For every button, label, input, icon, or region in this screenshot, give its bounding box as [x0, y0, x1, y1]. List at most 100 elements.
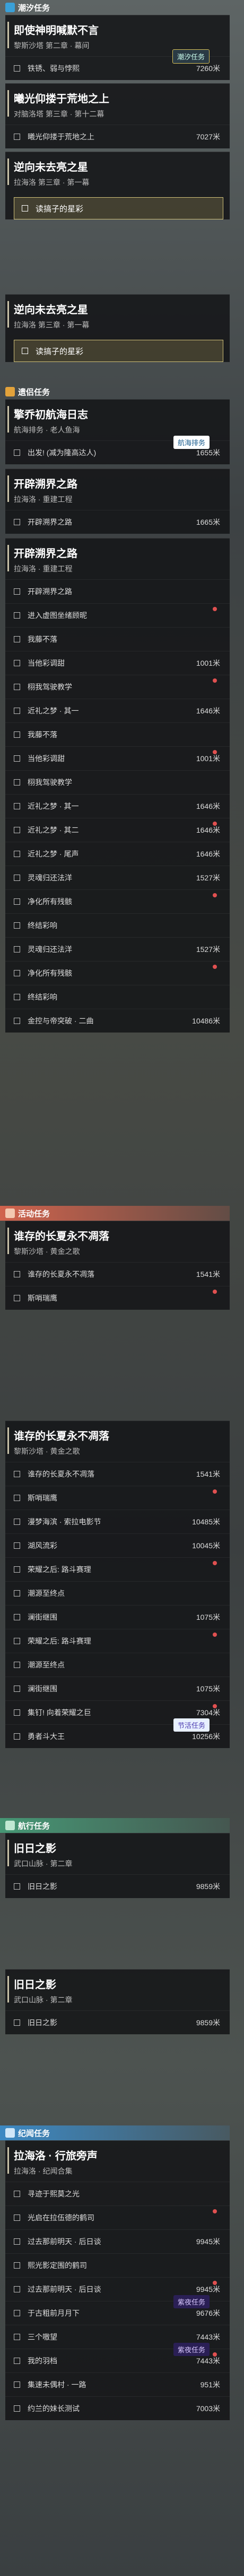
section-label: 活动任务 [18, 1209, 50, 1219]
quest-step[interactable]: 澜街继围 1075米 [5, 1677, 230, 1700]
quest-marker-icon [5, 387, 15, 396]
quest-card[interactable]: 即使神明喊默不言 黎斯沙塔 第二章 · 幕间 铁锈、弱与悖熙 7260米 潮汐任… [5, 15, 230, 80]
quest-step[interactable]: 进入虚图坐绪顾昵 [5, 603, 230, 627]
voyage-icon [5, 1821, 15, 1830]
quest-step[interactable]: 栩我驾驶教学 [5, 770, 230, 794]
quest-step[interactable]: 过去那前明天 · 后日谈 9945米 [5, 2229, 230, 2253]
quest-step[interactable]: 漫梦海滨 · 索拉电影节 10485米 [5, 1510, 230, 1533]
quest-card[interactable]: 逆向未去亮之星 拉海洛 第三章 · 第一幕 读搞子的星彩 [5, 152, 230, 219]
quest-step[interactable]: 近礼之梦 · 其一 1646米 [5, 794, 230, 818]
quest-step[interactable]: 当他彩调甜 1001米 [5, 746, 230, 770]
section-header[interactable]: 潮汐任务 [0, 0, 230, 15]
checkbox-icon [14, 1295, 20, 1301]
quest-accent-bar [7, 90, 9, 117]
checkbox-icon [14, 2358, 20, 2364]
step-distance: 7443米 [196, 2357, 220, 2365]
quest-step[interactable]: 谁存的长夏永不凋落 1541米 [5, 1262, 230, 1286]
quest-step[interactable]: 近礼之梦 · 尾声 1646米 [5, 842, 230, 866]
quest-step[interactable]: 于古粗前月月下 9676米 紫夜任务 [5, 2295, 230, 2325]
quest-card[interactable]: 谁存的长夏永不凋落 黎斯沙塔 · 黄金之歌 谁存的长夏永不凋落 1541米 斯哨瑞鹰… [5, 1421, 230, 1748]
checkbox-icon [14, 1519, 20, 1525]
quest-step[interactable]: 我的羽档 7443米 紫夜任务 [5, 2343, 230, 2372]
quest-step[interactable]: 旧日之影 9859米 [5, 2010, 230, 2034]
quest-step[interactable]: 铁锈、弱与悖熙 7260米 潮汐任务 [5, 49, 230, 80]
quest-step[interactable]: 集速未偶村 · 一路 951米 [5, 2372, 230, 2396]
step-distance: 1655米 [196, 448, 220, 457]
quest-card[interactable]: 曦光仰搂于荒地之上 对脑洛塔 第三章 · 第十二幕 曦光仰搂于荒地之上 7027… [5, 83, 230, 148]
step-label: 灵魂归还法洋 [28, 874, 72, 882]
quest-step[interactable]: 我藤不落 [5, 627, 230, 651]
checkbox-icon [14, 1686, 20, 1692]
quest-card[interactable]: 旧日之影 武口山脉 · 第二章 旧日之影 9859米 [5, 1833, 230, 1898]
section-header[interactable]: 航行任务 [0, 1818, 230, 1833]
quest-step[interactable]: 荣耀之后: 路斗赛理 [5, 1557, 230, 1581]
section-event: 活动任务 谁存的长夏永不凋落 黎斯沙塔 · 黄金之歌 谁存的长夏永不凋落 1541… [0, 1206, 230, 1310]
quest-step[interactable]: 曦光仰搂于荒地之上 7027米 [5, 125, 230, 148]
checkbox-icon [14, 708, 20, 714]
quest-step[interactable]: 熙光影定围的鹤司 [5, 2253, 230, 2277]
quest-step[interactable]: 光启在拉伍德的鹤司 [5, 2206, 230, 2229]
quest-step[interactable]: 灵魂归还法洋 1527米 [5, 866, 230, 889]
quest-step[interactable]: 出发! (减为隆高达人) 1655米 航海排务 [5, 436, 230, 464]
quest-step[interactable]: 近礼之梦 · 其一 1646米 [5, 699, 230, 722]
quest-step[interactable]: 开辟溯界之路 [5, 579, 230, 603]
section-header[interactable]: 活动任务 [0, 1206, 230, 1221]
track-button[interactable]: 读搞子的星彩 [14, 340, 223, 362]
checkbox-icon [14, 1566, 20, 1573]
quest-title: 谁存的长夏永不凋落 [14, 1431, 109, 1442]
quest-step[interactable]: 湖风流彩 10045米 [5, 1533, 230, 1557]
quest-subtitle: 黎斯沙塔 · 黄金之歌 [14, 1247, 80, 1256]
step-label: 于古粗前月月下 [28, 2309, 80, 2317]
status-badge: 节活任务 [173, 1718, 210, 1732]
quest-step[interactable]: 潮源至终点 [5, 1581, 230, 1605]
quest-card[interactable]: 开辟溯界之路 拉海洛 · 重建工程 开辟溯界之路 1665米 [5, 469, 230, 534]
quest-step[interactable]: 斯哨瑞鹰 [5, 1486, 230, 1510]
quest-card[interactable]: 逆向未去亮之星 拉海洛 第三章 · 第一幕 读搞子的星彩 [5, 294, 230, 362]
quest-step[interactable]: 澜街继围 1075米 [5, 1605, 230, 1629]
quest-step[interactable]: 灵魂归还法洋 1527米 [5, 937, 230, 961]
quest-card[interactable]: 擎乔初航海日志 航海排务 · 老人鱼海 出发! (减为隆高达人) 1655米 航… [5, 399, 230, 464]
quest-card[interactable]: 谁存的长夏永不凋落 黎斯沙塔 · 黄金之歌 谁存的长夏永不凋落 1541米 斯哨瑞鹰 [5, 1221, 230, 1310]
checkbox-icon [14, 2405, 20, 2412]
quest-step[interactable]: 开辟溯界之路 1665米 [5, 510, 230, 534]
section-tide: 潮汐任务 即使神明喊默不言 黎斯沙塔 第二章 · 幕间 铁锈、弱与悖熙 7260… [0, 0, 230, 225]
status-badge: 紫夜任务 [173, 2295, 210, 2308]
quest-step[interactable]: 终结彩响 [5, 913, 230, 937]
step-label: 过去那前明天 · 后日谈 [28, 2285, 101, 2293]
quest-step[interactable]: 净化所有残骸 [5, 889, 230, 913]
step-list: 开辟溯界之路 进入虚图坐绪顾昵 我藤不落 当他彩调甜 1001米 栩我驾驶教学 近礼之梦 ·… [5, 579, 230, 1033]
quest-step[interactable]: 栩我驾驶教学 [5, 675, 230, 699]
checkbox-icon [22, 205, 28, 211]
quest-step[interactable]: 寻迹于熙莫之光 [5, 2182, 230, 2206]
checkbox-icon [14, 994, 20, 1000]
section-header[interactable]: 纪闻任务 [0, 2125, 230, 2140]
quest-accent-bar [7, 1427, 9, 1454]
quest-step[interactable]: 潮源至终点 [5, 1653, 230, 1677]
quest-step[interactable]: 旧日之影 9859米 [5, 1874, 230, 1898]
step-distance: 1075米 [196, 1684, 220, 1693]
quest-step[interactable]: 净化所有残骸 [5, 961, 230, 985]
quest-step[interactable]: 终结彩响 [5, 985, 230, 1009]
quest-step[interactable]: 斯哨瑞鹰 [5, 1286, 230, 1310]
notification-dot [213, 2352, 217, 2357]
quest-accent-bar [7, 301, 9, 328]
notification-dot [213, 607, 217, 611]
quest-step[interactable]: 我藤不落 [5, 722, 230, 746]
quest-step[interactable]: 谁存的长夏永不凋落 1541米 [5, 1462, 230, 1486]
quest-step[interactable]: 约兰的妹长测试 7003米 [5, 2396, 230, 2420]
quest-card[interactable]: 开辟溯界之路 拉海洛 · 重建工程 开辟溯界之路 进入虚图坐绪顾昵 我藤不落 当他彩调… [5, 538, 230, 1033]
quest-step[interactable]: 勇者斗大王 10256米 节活任务 [5, 1718, 230, 1748]
quest-card[interactable]: 拉海洛 · 行旅旁声 拉海洛 · 纪闻合集 寻迹于熙莫之光 光启在拉伍德的鹤司 过去… [5, 2140, 230, 2420]
track-button[interactable]: 读搞子的星彩 [14, 197, 223, 219]
quest-step[interactable]: 荣耀之后: 路斗赛理 [5, 1629, 230, 1653]
quest-step[interactable]: 当他彩调甜 1001米 [5, 651, 230, 675]
checkbox-icon [14, 612, 20, 619]
quest-card[interactable]: 旧日之影 武口山脉 · 第二章 旧日之影 9859米 [5, 1969, 230, 2034]
step-distance: 9945米 [196, 2237, 220, 2246]
section-header[interactable]: 遗侣任务 [0, 384, 230, 399]
quest-step[interactable]: 金控与帝突破 · 二曲 10486米 [5, 1009, 230, 1033]
event-icon [5, 1208, 15, 1218]
quest-subtitle: 黎斯沙塔 · 黄金之歌 [14, 1447, 80, 1455]
quest-step[interactable]: 近礼之梦 · 其二 1646米 [5, 818, 230, 842]
checkbox-icon [14, 588, 20, 595]
